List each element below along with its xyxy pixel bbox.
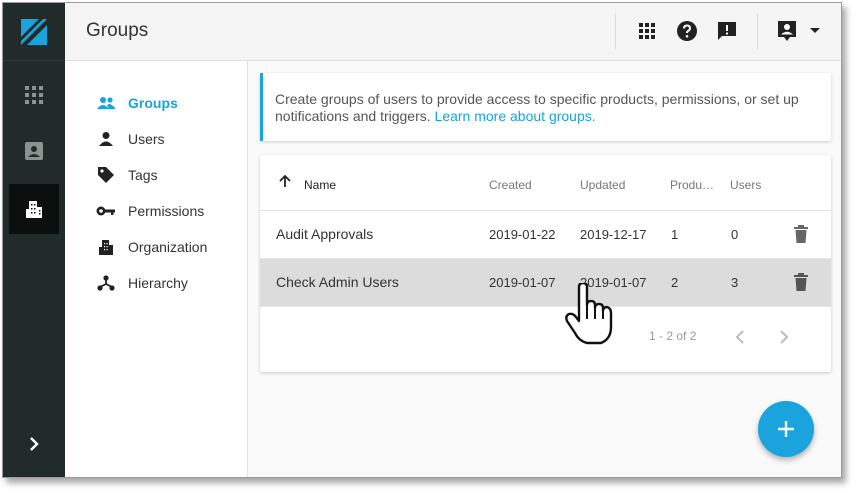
left-rail: [3, 3, 65, 477]
person-icon: [96, 129, 116, 149]
rail-contacts-button[interactable]: [3, 126, 65, 176]
apps-grid-icon: [639, 23, 655, 39]
rail-organization-button[interactable]: [9, 184, 59, 234]
users-count: 0: [731, 227, 739, 242]
main-content: Create groups of users to provide access…: [249, 61, 841, 477]
nav-item-organization[interactable]: Organization: [65, 229, 248, 265]
nav-item-label: Tags: [128, 167, 158, 183]
column-header-updated[interactable]: Updated: [580, 178, 625, 192]
brand-logo[interactable]: [3, 3, 65, 61]
organization-icon: [26, 201, 42, 218]
top-header: Groups: [65, 3, 841, 61]
chevron-right-icon: [30, 437, 39, 451]
apps-icon: [25, 86, 43, 104]
account-icon: [778, 21, 796, 41]
delete-icon[interactable]: [793, 225, 809, 243]
previous-page-button[interactable]: [730, 327, 750, 347]
chevron-right-icon: [780, 330, 789, 344]
table-row[interactable]: Audit Approvals 2019-01-22 2019-12-17 1 …: [260, 211, 831, 259]
tag-icon: [96, 165, 116, 185]
add-group-button[interactable]: [758, 401, 814, 457]
header-divider: [615, 13, 616, 49]
people-icon: [96, 93, 116, 113]
table-row[interactable]: Check Admin Users 2019-01-07 2019-01-07 …: [260, 259, 831, 307]
sort-ascending-icon[interactable]: [278, 174, 292, 188]
group-name: Check Admin Users: [276, 274, 399, 290]
created-date: 2019-01-07: [489, 275, 556, 290]
group-name: Audit Approvals: [276, 226, 374, 242]
nav-item-label: Users: [128, 131, 165, 147]
logo-icon: [21, 18, 47, 45]
nav-item-users[interactable]: Users: [65, 121, 248, 157]
rail-apps-button[interactable]: [3, 70, 65, 120]
users-count: 3: [731, 275, 739, 290]
products-count: 2: [671, 275, 679, 290]
header-divider: [757, 13, 758, 49]
nav-item-hierarchy[interactable]: Hierarchy: [65, 265, 248, 301]
table-header: Name Created Updated Produ… Users: [260, 155, 831, 211]
building-icon: [96, 237, 116, 257]
nav-item-label: Groups: [128, 95, 178, 111]
learn-more-link[interactable]: Learn more about groups.: [435, 108, 596, 124]
plus-icon: [778, 421, 794, 437]
nav-item-label: Permissions: [128, 203, 205, 219]
nav-item-tags[interactable]: Tags: [65, 157, 248, 193]
feedback-button[interactable]: [715, 19, 739, 43]
nav-item-permissions[interactable]: Permissions: [65, 193, 248, 229]
app-window: Groups Groups Users Tags Permissions Org…: [2, 2, 842, 478]
column-header-created[interactable]: Created: [489, 178, 532, 192]
column-header-name[interactable]: Name: [304, 178, 336, 192]
hierarchy-icon: [96, 273, 116, 293]
help-button[interactable]: [675, 19, 699, 43]
feedback-icon: [718, 22, 736, 40]
column-header-products[interactable]: Produ…: [670, 178, 714, 192]
account-menu-button[interactable]: [803, 19, 827, 43]
pagination: 1 - 2 of 2: [260, 327, 831, 347]
help-icon: [677, 21, 697, 41]
column-header-users[interactable]: Users: [730, 178, 761, 192]
info-banner: Create groups of users to provide access…: [260, 73, 831, 141]
chevron-down-icon: [810, 28, 820, 33]
secondary-nav: Groups Users Tags Permissions Organizati…: [65, 61, 248, 477]
rail-expand-button[interactable]: [3, 429, 65, 459]
nav-item-groups[interactable]: Groups: [65, 85, 248, 121]
delete-icon[interactable]: [793, 273, 809, 291]
pagination-range: 1 - 2 of 2: [649, 329, 697, 343]
hand-cursor-icon: [565, 283, 613, 345]
page-title: Groups: [86, 20, 149, 41]
updated-date: 2019-12-17: [580, 227, 647, 242]
groups-table: Name Created Updated Produ… Users Audit …: [260, 155, 831, 372]
nav-item-label: Organization: [128, 239, 208, 255]
contact-card-icon: [25, 142, 43, 160]
next-page-button[interactable]: [774, 327, 794, 347]
products-count: 1: [671, 227, 679, 242]
nav-item-label: Hierarchy: [128, 275, 188, 291]
key-icon: [96, 201, 116, 221]
apps-grid-button[interactable]: [635, 19, 659, 43]
chevron-left-icon: [735, 330, 744, 344]
account-button[interactable]: [775, 19, 799, 43]
created-date: 2019-01-22: [489, 227, 556, 242]
